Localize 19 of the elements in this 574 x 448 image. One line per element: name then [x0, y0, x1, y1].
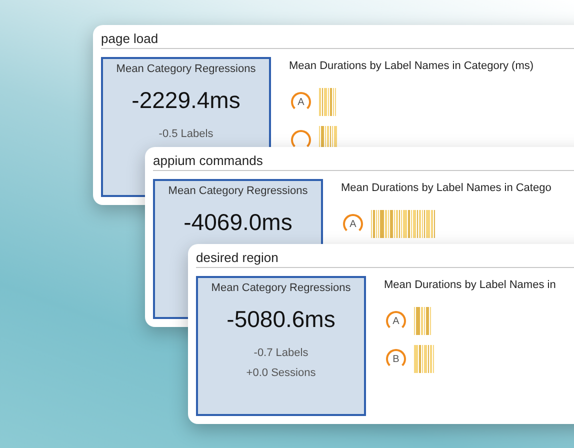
chart-title: Mean Durations by Label Names in Category (ms) — [289, 60, 534, 72]
kpi-label: Mean Category Regressions — [210, 282, 352, 294]
duration-strip-drawing — [371, 210, 435, 238]
duration-strip-drawing — [414, 345, 434, 373]
kpi-value: -2229.4ms — [130, 87, 242, 114]
kpi-value: -4069.0ms — [182, 209, 294, 236]
kpi-label: Mean Category Regressions — [167, 185, 309, 197]
kpi-stat: -0.7 Labels — [252, 346, 310, 361]
panel-title: page load — [101, 31, 574, 49]
kpi-stat: +0.0 Sessions — [245, 366, 317, 381]
chart-title: Mean Durations by Label Names in Catego — [341, 182, 552, 194]
duration-strip-drawing — [319, 88, 337, 116]
panel-title: appium commands — [153, 153, 574, 171]
kpi-value: -5080.6ms — [226, 306, 336, 333]
kpi-label: Mean Category Regressions — [115, 63, 257, 75]
duration-strip-drawing — [414, 307, 432, 335]
chart-title: Mean Durations by Label Names in — [384, 279, 556, 291]
kpi-stat: -0.5 Labels — [158, 127, 214, 142]
panel-title: desired region — [196, 250, 574, 268]
